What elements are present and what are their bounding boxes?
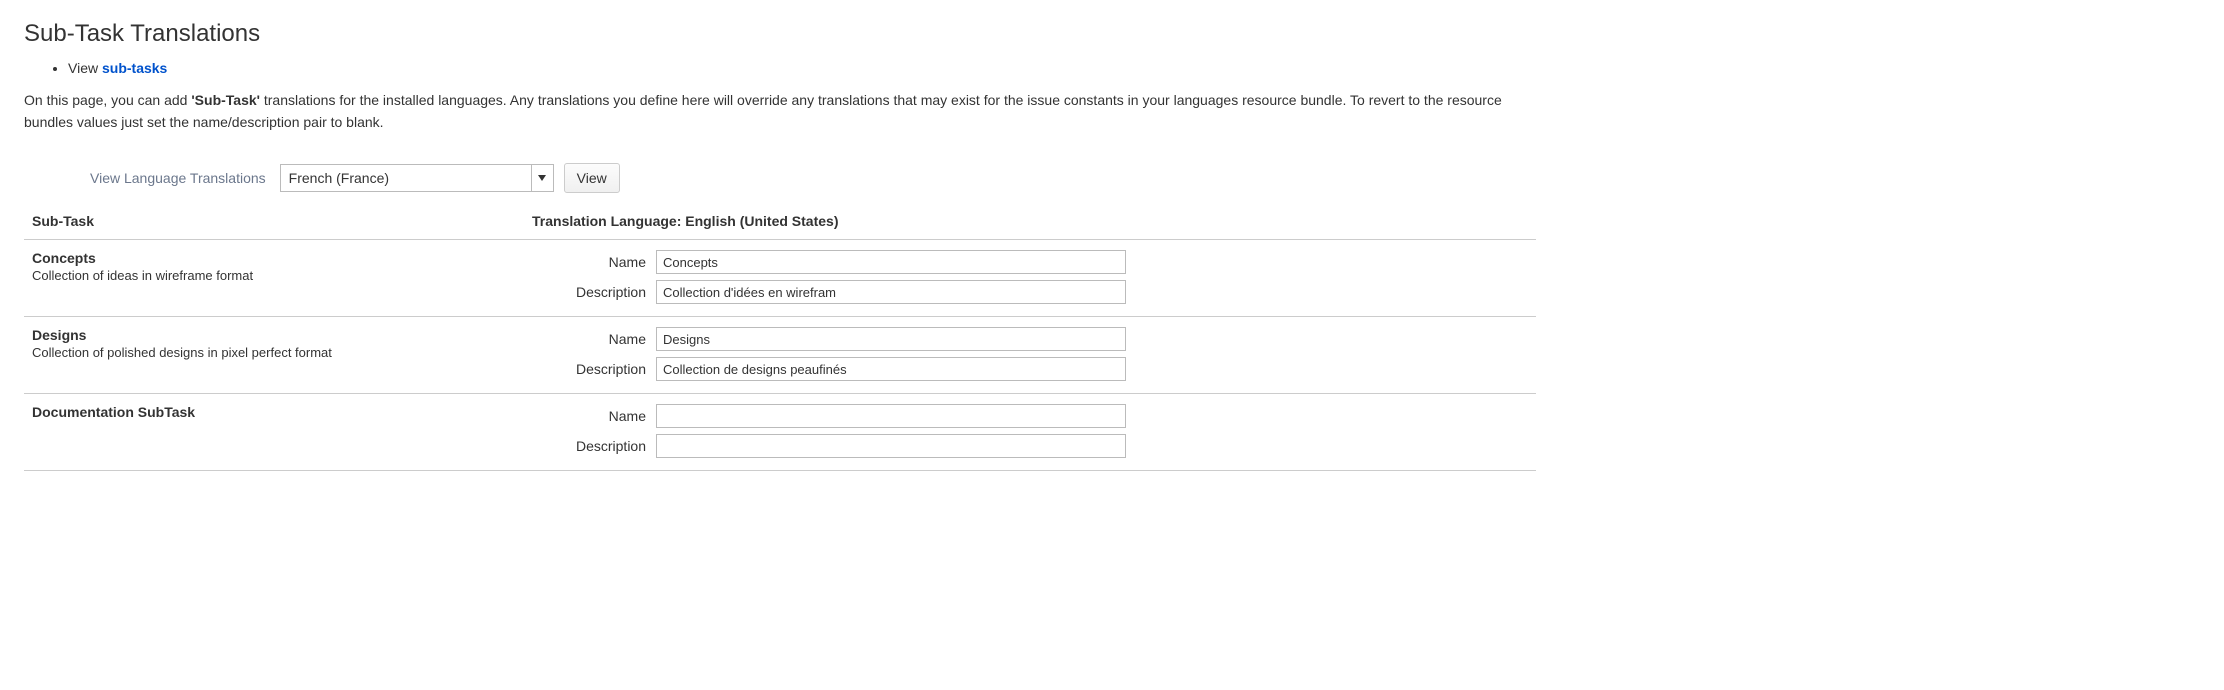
intro-pre: On this page, you can add [24, 92, 191, 108]
subtask-name: Designs [32, 327, 532, 343]
table-row: Designs Collection of polished designs in… [24, 317, 1536, 394]
translation-name-input[interactable] [656, 327, 1126, 351]
language-label: View Language Translations [90, 170, 266, 186]
subnav-prefix: View [68, 60, 102, 76]
subtask-description: Collection of ideas in wireframe format [32, 268, 532, 283]
description-field-label: Description [532, 284, 646, 300]
page-title: Sub-Task Translations [24, 20, 1536, 48]
view-button[interactable]: View [564, 163, 620, 193]
name-field-label: Name [532, 254, 646, 270]
translations-table: Sub-Task Translation Language: English (… [24, 201, 1536, 471]
header-subtask: Sub-Task [32, 213, 532, 229]
header-translation: Translation Language: English (United St… [532, 213, 1528, 229]
translation-description-input[interactable] [656, 280, 1126, 304]
subnav-item: View sub-tasks [68, 60, 1536, 76]
table-header: Sub-Task Translation Language: English (… [24, 201, 1536, 240]
chevron-down-icon [531, 165, 553, 191]
subtask-description: Collection of polished designs in pixel … [32, 345, 532, 360]
translation-name-input[interactable] [656, 250, 1126, 274]
sub-tasks-link[interactable]: sub-tasks [102, 60, 167, 76]
translation-description-input[interactable] [656, 357, 1126, 381]
table-row: Documentation SubTaskName Description [24, 394, 1536, 471]
table-row: Concepts Collection of ideas in wireframe… [24, 240, 1536, 317]
intro-text: On this page, you can add 'Sub-Task' tra… [24, 90, 1536, 133]
language-select-value: French (France) [281, 170, 531, 186]
language-select[interactable]: French (France) [280, 164, 554, 192]
subtask-name: Concepts [32, 250, 532, 266]
subtask-name: Documentation SubTask [32, 404, 532, 420]
intro-bold: 'Sub-Task' [191, 92, 260, 108]
subnav-list: View sub-tasks [24, 60, 1536, 76]
name-field-label: Name [532, 408, 646, 424]
translation-name-input[interactable] [656, 404, 1126, 428]
description-field-label: Description [532, 438, 646, 454]
name-field-label: Name [532, 331, 646, 347]
translation-description-input[interactable] [656, 434, 1126, 458]
description-field-label: Description [532, 361, 646, 377]
